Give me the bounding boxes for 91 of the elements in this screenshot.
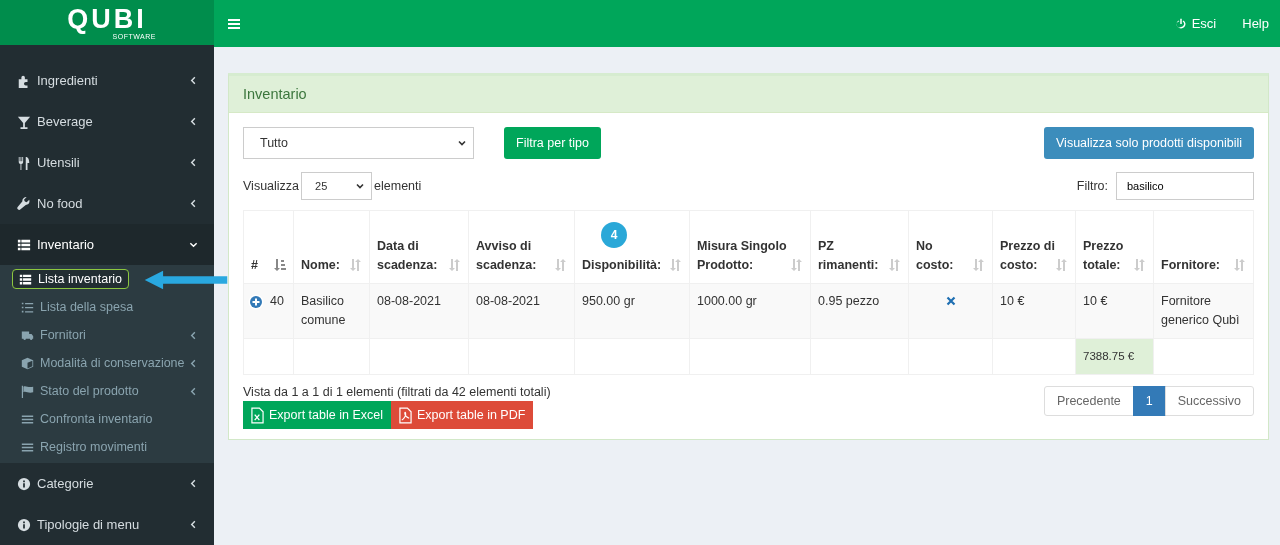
step-badge: 4 [601, 222, 627, 248]
table-cell: 10 € [1083, 294, 1108, 308]
column-header[interactable]: Fornitore: [1153, 210, 1254, 284]
column-title: Avviso di scadenza: [476, 238, 538, 274]
pagination-button[interactable]: Successivo [1164, 386, 1254, 416]
menu-icon [21, 384, 34, 398]
column-title: Data di scadenza: [377, 238, 439, 274]
pdf-file-icon [398, 406, 412, 424]
column-title: Prezzo di costo: [1000, 238, 1056, 274]
column-title: Nome: [301, 257, 341, 274]
menu-icon [17, 73, 31, 88]
spreadsheet-file-icon [251, 406, 264, 424]
table-cell: 08-08-2021 [377, 294, 441, 308]
available-products-button[interactable]: Visualizza solo prodotti disponibili [1044, 127, 1254, 159]
chevron-left-icon [189, 117, 198, 126]
panel-title: Inventario [243, 86, 307, 102]
column-title: Misura Singolo Prodotto: [697, 238, 788, 274]
column-header[interactable]: # [243, 210, 294, 284]
submenu-item[interactable]: Lista inventario [12, 269, 130, 289]
column-title: Prezzo totale: [1083, 238, 1125, 274]
length-label: Visualizza [243, 179, 300, 193]
column-header[interactable]: PZ rimanenti: [810, 210, 909, 284]
table-info: Vista da 1 a 1 di 1 elementi (filtrati da 42 elementi totali) [243, 385, 551, 399]
column-header[interactable]: Misura Singolo Prodotto: [689, 210, 811, 284]
power-icon [1174, 17, 1187, 30]
column-header[interactable]: Prezzo totale: [1075, 210, 1154, 284]
column-title: Fornitore: [1161, 257, 1222, 274]
menu-icon [21, 412, 34, 426]
sidebar-item[interactable]: Ingredienti [0, 60, 214, 101]
table-cell: Fornitore generico Qubì [1161, 294, 1240, 327]
filter-label: Filtro: [1076, 179, 1108, 193]
table-cell: 950.00 gr [582, 294, 635, 308]
export-button[interactable]: Export table in PDF [390, 401, 534, 429]
table-cell: 1000.00 gr [697, 294, 757, 308]
chevron-left-icon [189, 386, 198, 396]
type-select[interactable]: Tutto [243, 127, 474, 159]
column-title: # [251, 257, 259, 274]
menu-icon [17, 114, 31, 129]
table-cell: Basilico comune [301, 294, 346, 327]
submenu-item[interactable]: Fornitori [12, 323, 198, 347]
submenu-item[interactable]: Confronta inventario [12, 407, 198, 431]
submenu-item[interactable]: Modalità di conservazione [12, 351, 198, 375]
sidebar-item[interactable]: Inventario [0, 224, 214, 265]
menu-icon [21, 328, 34, 342]
expand-icon[interactable] [248, 293, 264, 310]
menu-icon [21, 440, 34, 454]
column-title: PZ rimanenti: [818, 238, 880, 274]
table-cell-text: 40 [270, 293, 284, 310]
sidebar-item[interactable]: Categorie [0, 463, 214, 504]
chevron-left-icon [189, 358, 198, 368]
chevron-left-icon [189, 479, 198, 488]
menu-icon [17, 196, 31, 211]
sidebar-item[interactable]: Utensili [0, 142, 214, 183]
chevron-left-icon [189, 76, 198, 85]
sidebar-item[interactable]: No food [0, 183, 214, 224]
caret-icon [355, 181, 366, 191]
filter-field[interactable]: basilico [1116, 172, 1254, 200]
table-cell: 08-08-2021 [476, 294, 540, 308]
column-header[interactable]: Nome: [293, 210, 370, 284]
chevron-left-icon [189, 330, 198, 340]
chevron-left-icon [189, 199, 198, 208]
length-label: elementi [374, 179, 422, 193]
total-cell: 7388.75 € [1075, 338, 1154, 375]
page-length-select[interactable]: 25 [301, 172, 373, 200]
column-header[interactable]: Disponibilità: 4 [574, 210, 690, 284]
menu-icon [17, 476, 31, 491]
pagination-button[interactable]: 1 [1132, 386, 1166, 416]
submenu-item[interactable]: Lista della spesa [12, 295, 198, 319]
column-title: No costo: [916, 238, 955, 274]
menu-icon [17, 155, 31, 170]
sidebar-item[interactable]: Beverage [0, 101, 214, 142]
chevron-left-icon [189, 158, 198, 167]
column-header[interactable]: Avviso di scadenza: [468, 210, 575, 284]
submenu-item[interactable]: Stato del prodotto [12, 379, 198, 403]
table-cell: 10 € [1000, 294, 1025, 308]
menu-icon [17, 517, 31, 532]
menu-icon [21, 356, 34, 370]
column-header[interactable]: Prezzo di costo: [992, 210, 1076, 284]
column-header[interactable]: No costo: [908, 210, 993, 284]
submenu-item[interactable]: Registro movimenti [12, 435, 198, 459]
sidebar-item[interactable]: Tipologie di menu [0, 504, 214, 545]
column-title: Disponibilità: [582, 257, 663, 274]
menu-icon [21, 300, 34, 314]
chevron-down-icon [189, 240, 198, 249]
menu-icon [17, 237, 31, 252]
menu-icon[interactable] [228, 18, 240, 29]
chevron-left-icon [189, 520, 198, 529]
caret-icon [457, 138, 467, 148]
column-header[interactable]: Data di scadenza: [369, 210, 469, 284]
table-cell: 0.95 pezzo [818, 294, 880, 308]
menu-icon [19, 272, 32, 286]
